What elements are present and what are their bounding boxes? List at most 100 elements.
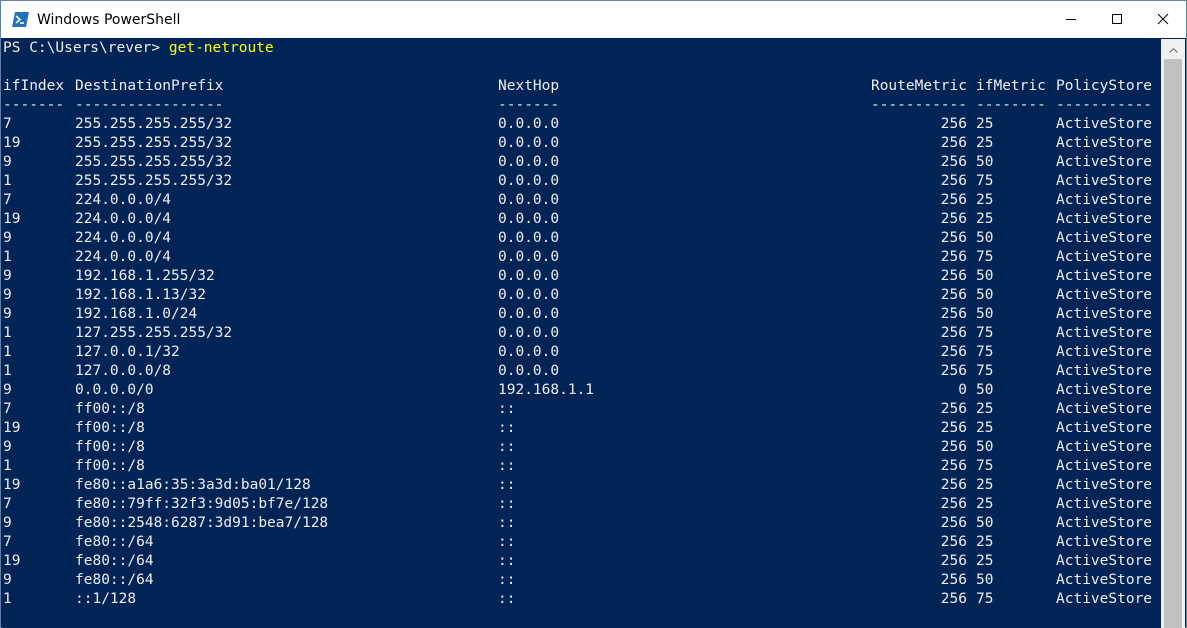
cell-nexthop: 192.168.1.1 <box>498 382 595 398</box>
cell-policystore: ActiveStore <box>1056 515 1153 531</box>
title-bar[interactable]: Windows PowerShell <box>1 1 1186 38</box>
cell-destination: fe80::2548:6287:3d91:bea7/128 <box>75 515 329 531</box>
cell-destination: 224.0.0.0/4 <box>75 192 172 208</box>
cell-nexthop: 0.0.0.0 <box>498 135 560 151</box>
cell-ifmetric: 75 <box>976 325 994 341</box>
cell-ifindex: 9 <box>3 268 12 284</box>
table-row: 9 224.0.0.0/4 0.0.0.0 256 50 ActiveStore <box>3 229 1162 248</box>
cell-routemetric: 256 <box>940 325 967 341</box>
minimize-button[interactable] <box>1048 1 1094 38</box>
cell-ifindex: 7 <box>3 496 12 512</box>
cell-nexthop: :: <box>498 458 516 474</box>
cell-nexthop: 0.0.0.0 <box>498 325 560 341</box>
powershell-window: Windows PowerShell PS C:\Users\rever> ge… <box>0 0 1187 628</box>
cell-routemetric: 0 <box>958 382 967 398</box>
cell-ifindex: 1 <box>3 249 12 265</box>
cell-ifindex: 9 <box>3 439 12 455</box>
cell-destination: 192.168.1.13/32 <box>75 287 206 303</box>
prompt-text: PS C:\Users\rever> <box>3 40 169 56</box>
cell-nexthop: 0.0.0.0 <box>498 249 560 265</box>
scroll-up-button[interactable] <box>1161 39 1185 56</box>
cell-destination: 224.0.0.0/4 <box>75 230 172 246</box>
cell-ifindex: 1 <box>3 363 12 379</box>
cell-ifindex: 19 <box>3 553 21 569</box>
vertical-scrollbar[interactable] <box>1161 39 1185 628</box>
cell-ifmetric: 75 <box>976 458 994 474</box>
maximize-button[interactable] <box>1094 1 1140 38</box>
cell-ifmetric: 25 <box>976 192 994 208</box>
cell-destination: 255.255.255.255/32 <box>75 173 233 189</box>
maximize-icon <box>1111 10 1123 29</box>
table-row: 1 127.0.0.0/8 0.0.0.0 256 75 ActiveStore <box>3 362 1162 381</box>
cell-routemetric: 256 <box>940 116 967 132</box>
cell-nexthop: :: <box>498 401 516 417</box>
cell-ifindex: 9 <box>3 287 12 303</box>
cell-ifindex: 1 <box>3 458 12 474</box>
cell-ifmetric: 25 <box>976 135 994 151</box>
cell-destination: ff00::/8 <box>75 420 145 436</box>
table-row: 1 127.255.255.255/32 0.0.0.0 256 75 ActiveSto… <box>3 324 1162 343</box>
cell-nexthop: 0.0.0.0 <box>498 230 560 246</box>
cell-routemetric: 256 <box>940 420 967 436</box>
cell-destination: ::1/128 <box>75 591 137 607</box>
cell-policystore: ActiveStore <box>1056 344 1153 360</box>
cell-routemetric: 256 <box>940 591 967 607</box>
cell-ifindex: 1 <box>3 344 12 360</box>
cell-nexthop: :: <box>498 572 516 588</box>
table-row: 1 127.0.0.1/32 0.0.0.0 256 75 ActiveStore <box>3 343 1162 362</box>
cell-ifmetric: 25 <box>976 420 994 436</box>
table-row: 7 255.255.255.255/32 0.0.0.0 256 25 ActiveSto… <box>3 115 1162 134</box>
cell-policystore: ActiveStore <box>1056 173 1153 189</box>
cell-routemetric: 256 <box>940 173 967 189</box>
cell-destination: 224.0.0.0/4 <box>75 249 172 265</box>
cell-ifindex: 1 <box>3 173 12 189</box>
chevron-up-icon <box>1168 38 1178 57</box>
table-row: 7 fe80::/64:: 256 25 ActiveStore <box>3 533 1162 552</box>
cell-destination: fe80::79ff:32f3:9d05:bf7e/128 <box>75 496 329 512</box>
console-output[interactable]: PS C:\Users\rever> get-netroute ifIndex … <box>2 39 1162 628</box>
table-row: 9 0.0.0.0/0 192.168.1.1 0 50 ActiveStore <box>3 381 1162 400</box>
cell-routemetric: 256 <box>940 439 967 455</box>
cell-policystore: ActiveStore <box>1056 268 1153 284</box>
cell-policystore: ActiveStore <box>1056 572 1153 588</box>
cell-nexthop: :: <box>498 420 516 436</box>
cell-policystore: ActiveStore <box>1056 211 1153 227</box>
table-header: ifIndex DestinationPrefix NextHop RouteM… <box>3 77 1162 96</box>
cell-ifmetric: 50 <box>976 230 994 246</box>
cell-destination: 255.255.255.255/32 <box>75 135 233 151</box>
cell-routemetric: 256 <box>940 230 967 246</box>
cell-ifindex: 7 <box>3 401 12 417</box>
cell-policystore: ActiveStore <box>1056 477 1153 493</box>
close-icon <box>1157 10 1169 29</box>
cell-routemetric: 256 <box>940 553 967 569</box>
cell-destination: fe80::/64 <box>75 553 154 569</box>
underline-ifindex: ------- <box>3 97 65 113</box>
cell-routemetric: 256 <box>940 306 967 322</box>
scrollbar-thumb[interactable] <box>1164 59 1182 628</box>
cell-ifmetric: 25 <box>976 477 994 493</box>
cell-ifindex: 1 <box>3 591 12 607</box>
cell-ifindex: 9 <box>3 306 12 322</box>
cell-ifmetric: 75 <box>976 249 994 265</box>
cell-ifmetric: 50 <box>976 515 994 531</box>
cell-routemetric: 256 <box>940 363 967 379</box>
cell-ifindex: 9 <box>3 572 12 588</box>
cell-destination: 127.0.0.0/8 <box>75 363 172 379</box>
cell-nexthop: 0.0.0.0 <box>498 287 560 303</box>
cell-nexthop: 0.0.0.0 <box>498 363 560 379</box>
cell-ifindex: 7 <box>3 116 12 132</box>
cell-destination: ff00::/8 <box>75 439 145 455</box>
cell-ifmetric: 75 <box>976 591 994 607</box>
table-row: 9 fe80::2548:6287:3d91:bea7/128:: 256 50 Act… <box>3 514 1162 533</box>
command-text: get-netroute <box>168 40 274 56</box>
cell-policystore: ActiveStore <box>1056 591 1153 607</box>
cell-policystore: ActiveStore <box>1056 287 1153 303</box>
cell-ifindex: 7 <box>3 192 12 208</box>
prompt-line: PS C:\Users\rever> get-netroute <box>3 39 274 58</box>
underline-policystore: ----------- <box>1056 97 1153 113</box>
cell-ifmetric: 50 <box>976 268 994 284</box>
close-button[interactable] <box>1140 1 1186 38</box>
underline-ifmetric: -------- <box>976 97 1046 113</box>
cell-destination: fe80::a1a6:35:3a3d:ba01/128 <box>75 477 311 493</box>
cell-policystore: ActiveStore <box>1056 439 1153 455</box>
